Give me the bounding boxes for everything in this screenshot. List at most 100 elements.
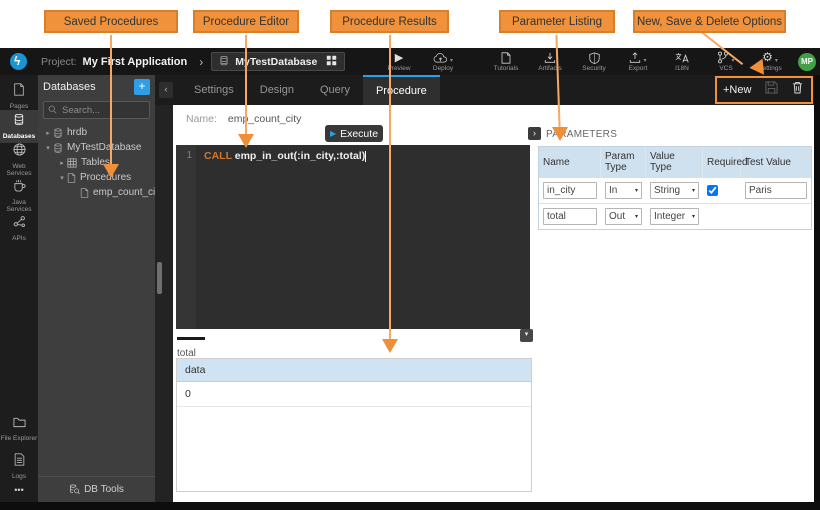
wavemaker-logo-icon[interactable]: ϟ [10, 53, 27, 70]
sidebar-item-file-explorer[interactable]: File Explorer [0, 415, 38, 442]
annotation-arrowhead [238, 134, 254, 148]
page-icon [13, 83, 25, 101]
add-database-button[interactable]: + [134, 79, 150, 95]
sidebar-item-java-services[interactable]: Java Services [0, 179, 38, 214]
procedure-name-row: Name: emp_count_city [186, 113, 301, 125]
sql-keyword: CALL [204, 150, 232, 162]
chevron-right-icon: › [533, 128, 536, 138]
results-table: data 0 [176, 358, 532, 492]
databases-panel-title: Databases [43, 81, 134, 93]
download-icon [544, 51, 556, 64]
grid-view-icon[interactable] [326, 53, 337, 71]
db-tools-icon [69, 484, 80, 495]
tab-procedure[interactable]: Procedure [363, 75, 440, 105]
coffee-cup-icon [13, 179, 26, 197]
screenshot-stage: Saved Procedures Procedure Editor Proced… [0, 0, 820, 510]
annotation-arrowhead [552, 127, 568, 141]
execute-button[interactable]: ▶ Execute [325, 125, 383, 142]
editor-line-number: 1 [176, 145, 196, 329]
param-type-select[interactable]: In▾ [605, 182, 642, 199]
tree-item-emp-count-city[interactable]: emp_count_city [38, 185, 155, 200]
folder-icon [13, 415, 26, 433]
caret-down-icon: ▾ [692, 187, 695, 194]
tutorials-button[interactable]: Tutorials [493, 51, 519, 72]
param-name-input[interactable] [543, 208, 597, 225]
value-type-select[interactable]: String▾ [650, 182, 699, 199]
tree-item-hrdb[interactable]: ▸ hrdb [38, 125, 155, 140]
new-save-delete-highlight [715, 76, 813, 104]
scrollbar-thumb[interactable] [157, 262, 162, 294]
value-type-select[interactable]: Integer▾ [650, 208, 699, 225]
chevron-left-icon: ‹ [165, 84, 168, 94]
database-selector[interactable]: MyTestDatabase [211, 52, 345, 71]
tree-item-mytestdatabase[interactable]: ▾ MyTestDatabase [38, 140, 155, 155]
file-icon [80, 188, 89, 198]
artifacts-button[interactable]: Artifacts [537, 51, 563, 72]
play-icon: ▶ [395, 51, 403, 64]
sidebar-more-button[interactable]: ••• [0, 483, 38, 495]
table-icon [67, 158, 77, 168]
tab-settings[interactable]: Settings [181, 75, 247, 105]
tree-item-tables[interactable]: ▸ Tables [38, 155, 155, 170]
database-icon [53, 128, 63, 138]
results-tab-indicator [177, 337, 205, 340]
param-name-input[interactable] [543, 182, 597, 199]
tree-item-procedures[interactable]: ▾ Procedures [38, 170, 155, 185]
test-value-input[interactable] [745, 182, 807, 199]
parameters-table: Name Param Type Value Type Required Test… [538, 146, 812, 230]
database-icon [53, 143, 63, 153]
database-icon [219, 53, 229, 71]
col-test-value: Test Value [741, 147, 811, 177]
editor-collapse-button[interactable]: ▾ [520, 329, 533, 342]
user-avatar[interactable]: MP [798, 53, 816, 71]
breadcrumb-chevron-icon: › [199, 55, 203, 69]
db-tools-button[interactable]: DB Tools [38, 476, 155, 502]
i18n-button[interactable]: I18N [669, 51, 695, 72]
annotation-arrow-line [110, 35, 112, 165]
sidebar-item-web-services[interactable]: Web Services [0, 143, 38, 178]
annotation-parameter-listing: Parameter Listing [499, 10, 615, 33]
caret-collapsed-icon[interactable]: ▸ [57, 159, 67, 167]
procedure-name-value: emp_count_city [228, 113, 302, 125]
play-icon: ▶ [330, 129, 336, 138]
sidebar-item-logs[interactable]: Logs [0, 453, 38, 480]
param-type-select[interactable]: Out▾ [605, 208, 642, 225]
results-column-header: data [177, 359, 531, 382]
shield-icon [589, 51, 600, 64]
sidebar-item-apis[interactable]: APIs [0, 215, 38, 242]
log-file-icon [14, 453, 25, 471]
parameters-expand-button[interactable]: › [528, 127, 541, 140]
cloud-upload-icon: ▾ [433, 51, 453, 64]
caret-down-icon: ▾ [635, 213, 638, 220]
app-window: ϟ Project: My First Application › MyTest… [0, 48, 820, 510]
database-search-input[interactable] [60, 104, 146, 117]
panel-scroll-strip [155, 105, 173, 502]
parameters-header-row: Name Param Type Value Type Required Test… [539, 147, 811, 177]
translate-icon [675, 51, 689, 64]
tab-design[interactable]: Design [247, 75, 307, 105]
annotation-saved-procedures: Saved Procedures [44, 10, 178, 33]
globe-icon [13, 143, 26, 161]
tab-query[interactable]: Query [307, 75, 363, 105]
vcs-button[interactable]: ▾ VCS [713, 51, 739, 72]
sidebar-item-pages[interactable]: Pages [0, 83, 38, 110]
caret-expanded-icon[interactable]: ▾ [43, 144, 53, 152]
export-button[interactable]: ▾ Export [625, 51, 651, 72]
sidebar-item-databases[interactable]: Databases [0, 110, 38, 143]
editor-code-line: CALL emp_in_out(:in_city,:total) [196, 145, 366, 329]
caret-expanded-icon[interactable]: ▾ [57, 174, 67, 182]
caret-down-icon: ▾ [635, 187, 638, 194]
databases-panel: Databases + ▸ hrdb ▾ MyTestDatabase ▸ Ta… [38, 75, 155, 502]
parameter-row-total: Out▾ Integer▾ [539, 203, 811, 229]
security-button[interactable]: Security [581, 51, 607, 72]
required-checkbox[interactable] [707, 185, 718, 196]
annotation-new-save-delete: New, Save & Delete Options [633, 10, 786, 33]
caret-collapsed-icon[interactable]: ▸ [43, 129, 53, 137]
annotation-arrow-line [245, 35, 247, 135]
collapse-panel-button[interactable]: ‹ [159, 82, 173, 98]
project-label: Project: [41, 56, 77, 68]
procedure-code-editor[interactable]: 1 CALL emp_in_out(:in_city,:total) [176, 145, 530, 329]
results-row[interactable]: 0 [177, 382, 531, 407]
database-search[interactable] [43, 101, 150, 119]
deploy-button[interactable]: ▾ Deploy [430, 51, 456, 72]
